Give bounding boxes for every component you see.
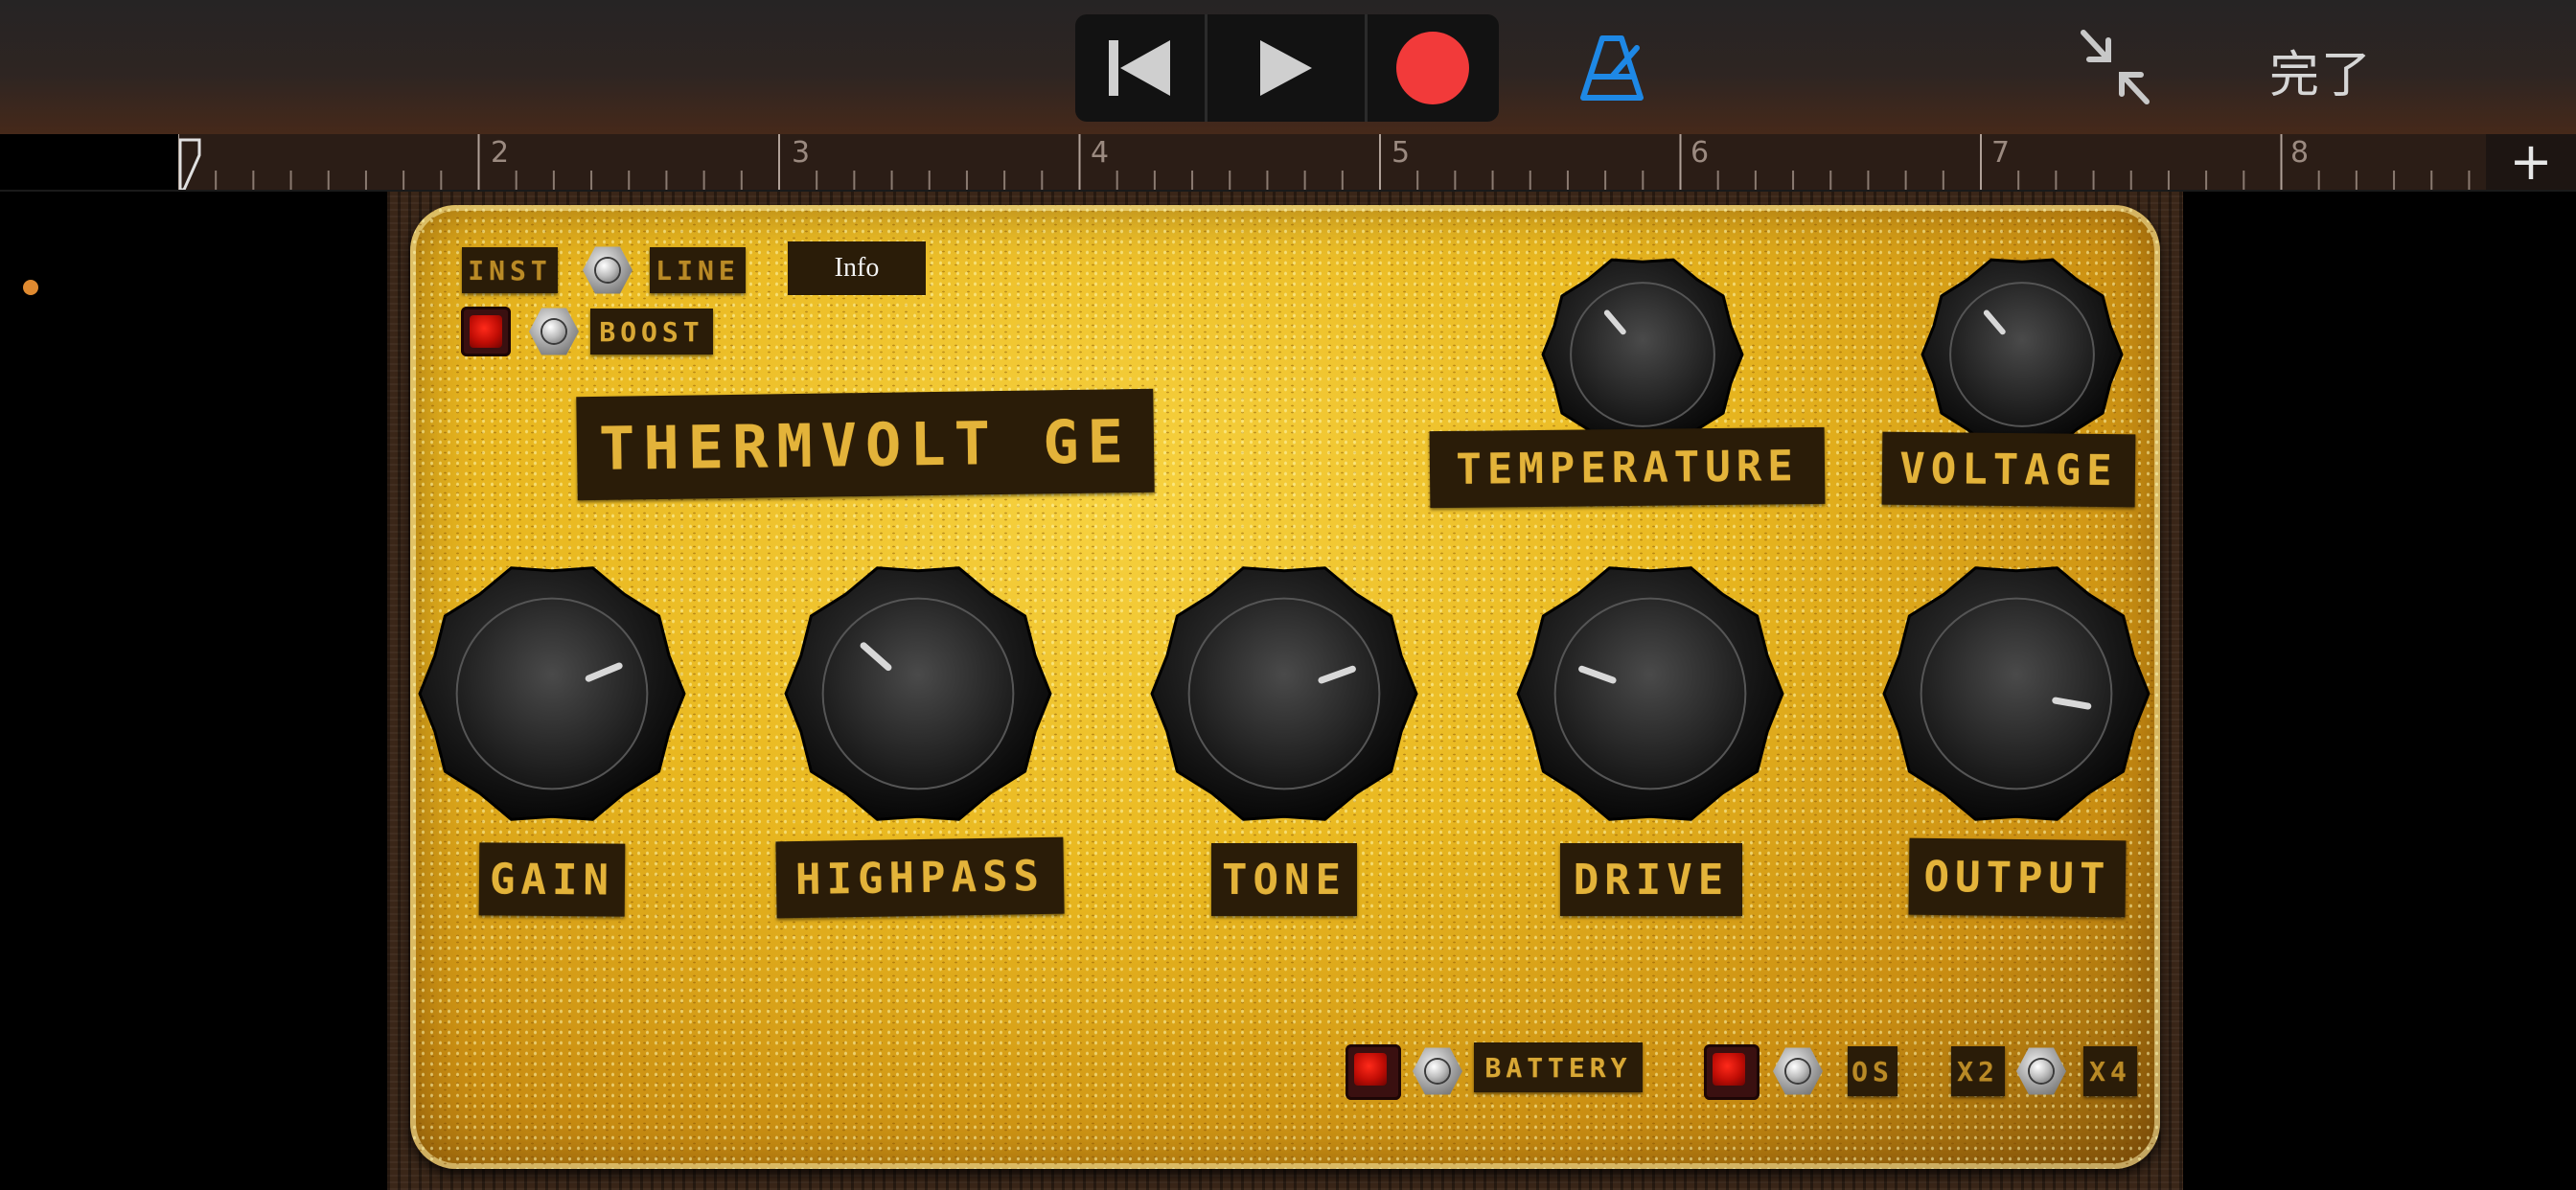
ruler-bar-number: 7 — [1991, 136, 2011, 170]
highpass-label: HIGHPASS — [775, 836, 1065, 919]
transport-controls — [1075, 14, 1499, 122]
ruler-bar-number: 5 — [1392, 136, 1411, 170]
output-label: OUTPUT — [1908, 837, 2127, 918]
x4-label: X4 — [2083, 1046, 2137, 1096]
line-label: LINE — [650, 247, 746, 293]
play-button[interactable] — [1208, 14, 1368, 122]
knob-cap — [1920, 597, 2113, 790]
battery-label: BATTERY — [1474, 1042, 1643, 1092]
temperature-label: TEMPERATURE — [1429, 426, 1826, 509]
ruler-bar-number: 2 — [491, 136, 510, 170]
os-label: OS — [1848, 1046, 1898, 1096]
inst-label: INST — [462, 247, 558, 293]
boost-label: BOOST — [590, 309, 713, 355]
knob-cap — [1187, 597, 1381, 790]
metronome-icon[interactable] — [1577, 33, 1646, 102]
rewind-icon — [1108, 40, 1170, 96]
tone-knob[interactable] — [1148, 558, 1420, 830]
tone-label: TONE — [1211, 843, 1357, 916]
track-indicator — [23, 280, 38, 295]
os-led — [1704, 1044, 1760, 1100]
pedal-name: THERMVOLT GE — [576, 388, 1155, 501]
add-section-button[interactable]: + — [2486, 134, 2576, 190]
control-bar: 完了 — [0, 0, 2576, 134]
knob-cap — [1570, 282, 1715, 427]
highpass-knob[interactable] — [782, 558, 1054, 830]
voltage-knob[interactable] — [1919, 251, 2126, 458]
timeline-ruler[interactable]: 2 3 4 5 6 7 8 — [178, 134, 2486, 190]
play-icon — [1260, 40, 1313, 96]
ruler-bar-number: 8 — [2290, 136, 2310, 170]
voltage-label: VOLTAGE — [1881, 431, 2136, 508]
x2-label: X2 — [1951, 1046, 2005, 1096]
boost-led — [461, 307, 511, 356]
knob-cap — [1553, 597, 1747, 790]
drive-label: DRIVE — [1560, 843, 1742, 916]
record-icon — [1396, 32, 1470, 104]
knob-cap — [821, 597, 1015, 790]
record-button[interactable] — [1368, 14, 1499, 122]
done-button[interactable]: 完了 — [2269, 34, 2373, 106]
output-knob[interactable] — [1880, 558, 2152, 830]
ruler-bar-number: 4 — [1091, 136, 1110, 170]
ruler-bar-number: 6 — [1690, 136, 1710, 170]
go-to-beginning-button[interactable] — [1075, 14, 1208, 122]
drive-knob[interactable] — [1514, 558, 1786, 830]
gain-knob[interactable] — [416, 558, 688, 830]
knob-cap — [1949, 282, 2095, 427]
ruler-ticks — [178, 134, 2471, 190]
knob-cap — [455, 597, 649, 790]
battery-led — [1346, 1044, 1401, 1100]
info-button[interactable]: Info — [788, 241, 926, 295]
collapse-icon[interactable] — [2080, 29, 2150, 105]
ruler-bar-number: 3 — [792, 136, 811, 170]
gain-label: GAIN — [478, 842, 626, 917]
temperature-knob[interactable] — [1539, 251, 1746, 458]
